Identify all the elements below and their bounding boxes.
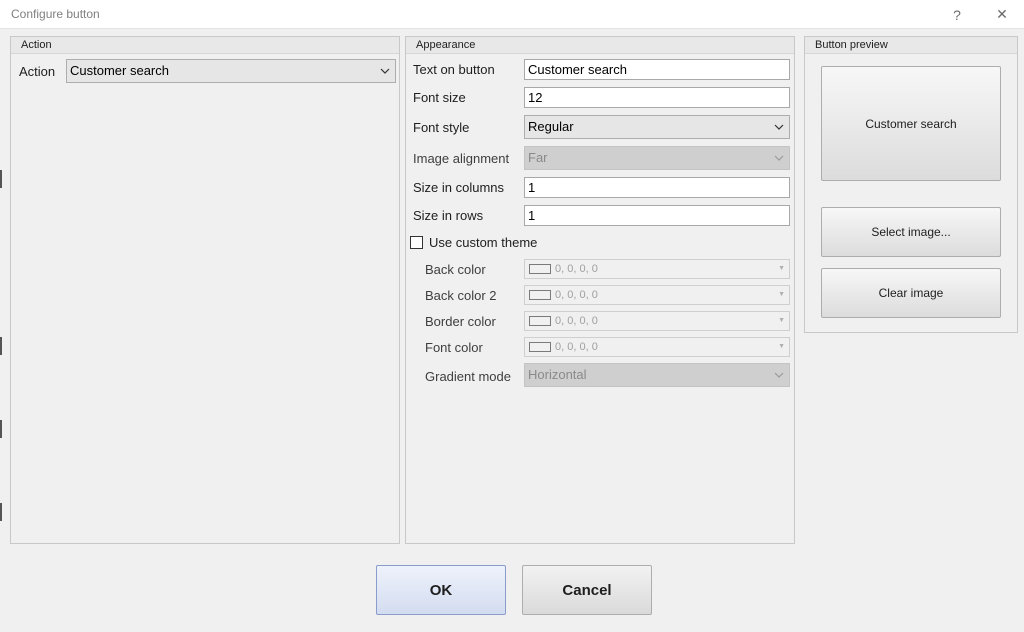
image-alignment-label: Image alignment — [413, 151, 510, 166]
chevron-down-icon: ▼ — [778, 291, 785, 298]
action-group-header: Action — [11, 37, 399, 54]
image-alignment-select: Far — [524, 146, 790, 170]
chevron-down-icon — [773, 364, 785, 386]
border-color-picker: 0, 0, 0, 0 ▼ — [524, 311, 790, 331]
use-custom-theme-label[interactable]: Use custom theme — [429, 235, 537, 250]
ok-label: OK — [429, 581, 453, 599]
color-swatch — [529, 264, 551, 274]
back-color-picker: 0, 0, 0, 0 ▼ — [524, 259, 790, 279]
back-color-2-value: 0, 0, 0, 0 — [555, 289, 598, 301]
back-color-label: Back color — [425, 262, 486, 277]
font-size-input[interactable]: 12 — [524, 87, 790, 108]
back-color-value: 0, 0, 0, 0 — [555, 263, 598, 275]
color-swatch — [529, 342, 551, 352]
font-style-label: Font style — [413, 120, 470, 135]
text-on-button-label: Text on button — [413, 62, 495, 77]
action-select[interactable]: Customer search — [66, 59, 396, 83]
size-in-columns-input[interactable]: 1 — [524, 177, 790, 198]
clear-image-label: Clear image — [878, 286, 944, 300]
action-groupbox: Action Action Customer search — [10, 36, 400, 544]
edge-mark — [0, 337, 2, 355]
action-select-value: Customer search — [70, 63, 169, 78]
close-icon: ✕ — [996, 6, 1008, 22]
font-style-select[interactable]: Regular — [524, 115, 790, 139]
font-size-label: Font size — [413, 90, 466, 105]
text-on-button-input[interactable]: Customer search — [524, 59, 790, 80]
size-in-rows-label: Size in rows — [413, 208, 484, 223]
action-label: Action — [19, 64, 56, 79]
gradient-mode-label: Gradient mode — [425, 369, 511, 384]
chevron-down-icon: ▼ — [778, 343, 785, 350]
help-icon: ? — [953, 6, 961, 23]
ok-button[interactable]: OK — [376, 565, 506, 615]
size-in-rows-input[interactable]: 1 — [524, 205, 790, 226]
edge-mark — [0, 420, 2, 438]
select-image-label: Select image... — [871, 225, 951, 239]
clear-image-button[interactable]: Clear image — [821, 268, 1001, 318]
help-button[interactable]: ? — [937, 0, 977, 29]
image-alignment-value: Far — [528, 150, 548, 165]
select-image-button[interactable]: Select image... — [821, 207, 1001, 257]
back-color-2-picker: 0, 0, 0, 0 ▼ — [524, 285, 790, 305]
font-color-value: 0, 0, 0, 0 — [555, 341, 598, 353]
edge-mark — [0, 170, 2, 188]
border-color-label: Border color — [425, 314, 496, 329]
chevron-down-icon — [379, 60, 391, 82]
cancel-label: Cancel — [562, 581, 612, 599]
chevron-down-icon — [773, 147, 785, 169]
size-in-columns-label: Size in columns — [413, 180, 505, 195]
cancel-button[interactable]: Cancel — [522, 565, 652, 615]
font-color-picker: 0, 0, 0, 0 ▼ — [524, 337, 790, 357]
appearance-group-header: Appearance — [406, 37, 794, 54]
close-button[interactable]: ✕ — [982, 0, 1022, 29]
color-swatch — [529, 290, 551, 300]
chevron-down-icon: ▼ — [778, 317, 785, 324]
preview-groupbox: Button preview Customer search Select im… — [804, 36, 1018, 333]
color-swatch — [529, 316, 551, 326]
title-bar: Configure button ? ✕ — [0, 0, 1024, 29]
chevron-down-icon — [773, 116, 785, 138]
preview-text: Customer search — [865, 116, 957, 131]
gradient-mode-value: Horizontal — [528, 367, 587, 382]
back-color-2-label: Back color 2 — [425, 288, 497, 303]
appearance-groupbox: Appearance Text on button Customer searc… — [405, 36, 795, 544]
font-color-label: Font color — [425, 340, 483, 355]
font-style-value: Regular — [528, 119, 574, 134]
window-title: Configure button — [11, 7, 100, 21]
gradient-mode-select: Horizontal — [524, 363, 790, 387]
button-preview: Customer search — [821, 66, 1001, 181]
use-custom-theme-checkbox[interactable] — [410, 236, 423, 249]
edge-mark — [0, 503, 2, 521]
preview-group-header: Button preview — [805, 37, 1017, 54]
border-color-value: 0, 0, 0, 0 — [555, 315, 598, 327]
chevron-down-icon: ▼ — [778, 265, 785, 272]
